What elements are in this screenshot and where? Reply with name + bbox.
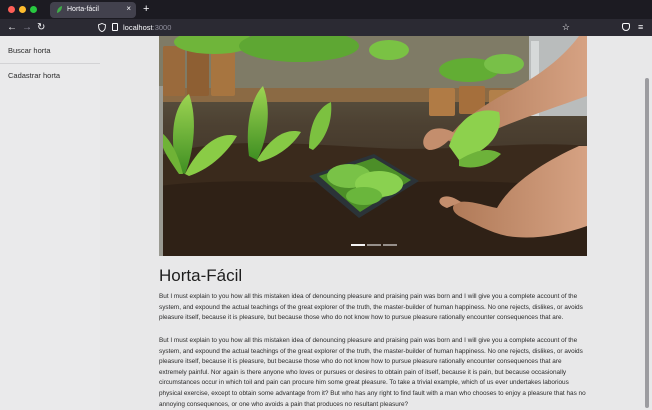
- body-paragraph: But I must explain to you how all this m…: [159, 337, 586, 408]
- back-arrow-icon[interactable]: ←: [7, 21, 17, 34]
- carousel-indicator[interactable]: [383, 244, 397, 246]
- pocket-icon[interactable]: [622, 23, 630, 31]
- main-content: Horta-Fácil But I must explain to you ho…: [159, 36, 587, 410]
- shield-icon[interactable]: [98, 23, 106, 32]
- navigation-bar: ← → ↻ localhost:3000 ☆ ≡: [0, 19, 652, 36]
- title-bar: Horta-fácil × +: [0, 0, 652, 19]
- scrollbar-thumb[interactable]: [645, 78, 649, 408]
- url-port: :3000: [152, 23, 172, 32]
- page-viewport: Buscar horta Cadastrar horta Horta-Fácil…: [0, 36, 652, 410]
- intro-paragraph: But I must explain to you how all this m…: [159, 293, 583, 322]
- garden-hero-image: [159, 36, 587, 256]
- leaf-favicon-icon: [57, 6, 62, 13]
- sidebar-item-buscar-horta[interactable]: Buscar horta: [0, 38, 100, 64]
- page-scrollbar[interactable]: [643, 36, 651, 410]
- new-tab-button[interactable]: +: [143, 2, 149, 16]
- page-title: Horta-Fácil: [159, 266, 243, 285]
- forward-arrow-icon[interactable]: →: [22, 21, 32, 34]
- browser-tab[interactable]: Horta-fácil ×: [50, 2, 136, 18]
- sidebar: Buscar horta Cadastrar horta: [0, 36, 100, 410]
- page-icon: [112, 23, 118, 31]
- carousel-indicator[interactable]: [351, 244, 365, 246]
- address-bar[interactable]: localhost:3000 ☆: [98, 21, 576, 34]
- tab-title: Horta-fácil: [67, 6, 99, 13]
- tab-close-icon[interactable]: ×: [126, 4, 131, 14]
- url-host: localhost: [123, 23, 153, 32]
- url-text[interactable]: localhost:3000: [123, 22, 171, 33]
- maximize-window-button[interactable]: [30, 6, 37, 13]
- carousel-indicator[interactable]: [367, 244, 381, 246]
- sidebar-item-cadastrar-horta[interactable]: Cadastrar horta: [0, 63, 100, 89]
- hamburger-menu-icon[interactable]: ≡: [638, 21, 643, 34]
- sidebar-item-label: Buscar horta: [8, 46, 51, 55]
- reload-icon[interactable]: ↻: [37, 21, 45, 34]
- sidebar-item-label: Cadastrar horta: [8, 71, 61, 80]
- browser-window: Horta-fácil × + ← → ↻ localhost:3000 ☆ ≡…: [0, 0, 652, 410]
- minimize-window-button[interactable]: [19, 6, 26, 13]
- hero-carousel[interactable]: [159, 36, 587, 256]
- bookmark-star-icon[interactable]: ☆: [562, 21, 570, 34]
- close-window-button[interactable]: [8, 6, 15, 13]
